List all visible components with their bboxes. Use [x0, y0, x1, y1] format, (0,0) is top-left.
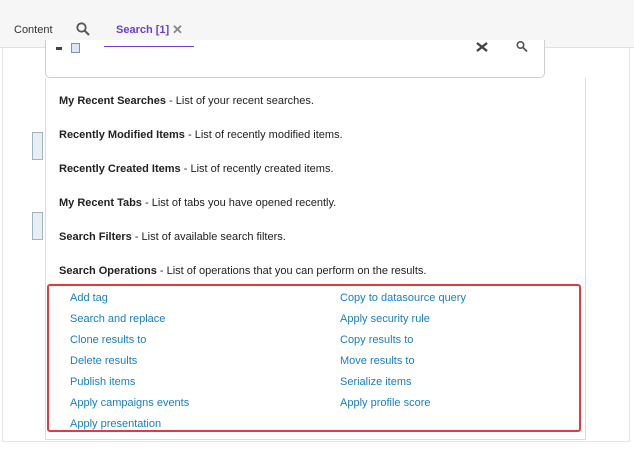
item-title: Search Filters	[59, 231, 132, 243]
op-clone-results-to[interactable]: Clone results to	[70, 334, 146, 346]
op-apply-security-rule[interactable]: Apply security rule	[340, 313, 430, 325]
close-icon[interactable]: ✕	[172, 22, 183, 38]
item-icon	[32, 212, 43, 240]
item-description: - List of operations that you can perfor…	[156, 265, 427, 277]
item-title: Recently Modified Items	[59, 129, 185, 141]
recent-searches-item[interactable]: My Recent Searches - List of your recent…	[59, 95, 314, 107]
op-search-and-replace[interactable]: Search and replace	[70, 313, 165, 325]
search-icon[interactable]	[76, 22, 90, 36]
op-apply-campaigns-events[interactable]: Apply campaigns events	[70, 397, 189, 409]
operations-highlight: Add tag Search and replace Clone results…	[47, 284, 581, 432]
recent-tabs-item[interactable]: My Recent Tabs - List of tabs you have o…	[59, 197, 336, 209]
search-operations-item[interactable]: Search Operations - List of operations t…	[59, 265, 426, 277]
op-move-results-to[interactable]: Move results to	[340, 355, 415, 367]
op-publish-items[interactable]: Publish items	[70, 376, 135, 388]
item-title: My Recent Tabs	[59, 197, 142, 209]
item-description: - List of recently modified items.	[184, 129, 343, 141]
op-copy-to-datasource-query[interactable]: Copy to datasource query	[340, 292, 466, 304]
item-description: - List of your recent searches.	[166, 95, 314, 107]
clear-icon[interactable]	[476, 42, 488, 52]
tab-content[interactable]: Content	[14, 24, 53, 36]
document-icon	[71, 43, 80, 53]
recently-created-item[interactable]: Recently Created Items - List of recentl…	[59, 163, 334, 175]
item-description: - List of tabs you have opened recently.	[141, 197, 337, 209]
collapse-icon[interactable]	[56, 47, 62, 50]
recently-modified-item[interactable]: Recently Modified Items - List of recent…	[59, 129, 343, 141]
search-input-underline	[104, 46, 194, 47]
item-title: My Recent Searches	[59, 95, 166, 107]
op-copy-results-to[interactable]: Copy results to	[340, 334, 413, 346]
item-title: Search Operations	[59, 265, 157, 277]
tab-search-label: Search [1]	[116, 24, 170, 36]
search-icon[interactable]	[516, 41, 528, 53]
item-description: - List of recently created items.	[180, 163, 334, 175]
search-filters-item[interactable]: Search Filters - List of available searc…	[59, 231, 286, 243]
item-title: Recently Created Items	[59, 163, 181, 175]
search-box[interactable]	[45, 40, 545, 78]
item-description: - List of available search filters.	[131, 231, 286, 243]
op-serialize-items[interactable]: Serialize items	[340, 376, 412, 388]
op-apply-presentation[interactable]: Apply presentation	[70, 418, 161, 430]
op-delete-results[interactable]: Delete results	[70, 355, 137, 367]
op-add-tag[interactable]: Add tag	[70, 292, 108, 304]
item-icon	[32, 132, 43, 160]
op-apply-profile-score[interactable]: Apply profile score	[340, 397, 431, 409]
